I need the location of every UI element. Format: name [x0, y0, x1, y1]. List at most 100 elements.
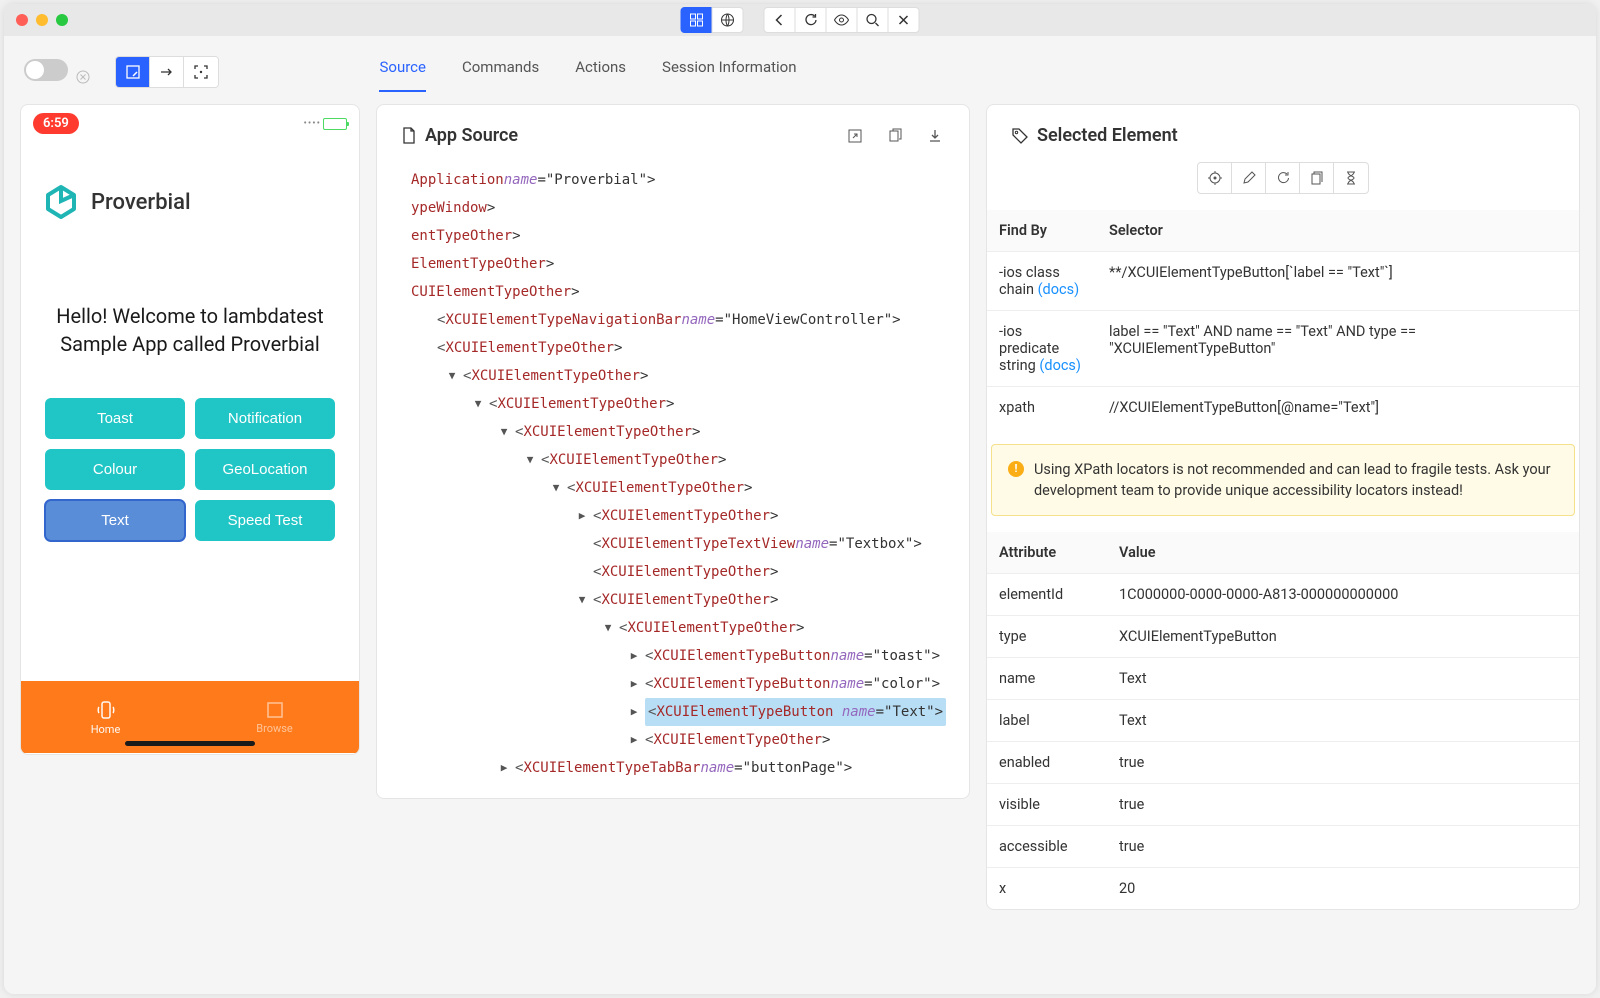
web-mode-button[interactable] — [712, 7, 744, 33]
locator-selector[interactable]: label == "Text" AND name == "Text" AND t… — [1097, 311, 1579, 387]
tab-source[interactable]: Source — [379, 52, 425, 92]
search-button[interactable] — [857, 7, 889, 33]
source-tree[interactable]: Application name="Proverbial">ypeWindow>… — [377, 162, 969, 798]
element-action-group — [1197, 162, 1369, 194]
tree-node[interactable]: ▶<XCUIElementTypeTabBar name="buttonPage… — [393, 754, 953, 782]
tree-node[interactable]: ▼<XCUIElementTypeOther> — [393, 390, 953, 418]
target-icon — [1207, 170, 1223, 186]
warning-icon: ! — [1008, 461, 1024, 477]
caret-icon[interactable]: ▼ — [445, 365, 459, 387]
timing-button[interactable] — [1334, 163, 1368, 193]
caret-icon[interactable]: ▶ — [627, 673, 641, 695]
tree-node[interactable]: ▶<XCUIElementTypeButton name="color"> — [393, 670, 953, 698]
titlebar — [4, 4, 1596, 36]
caret-icon[interactable]: ▼ — [601, 617, 615, 639]
tab-commands[interactable]: Commands — [462, 52, 539, 92]
caret-icon[interactable]: ▼ — [575, 589, 589, 611]
locator-selector[interactable]: //XCUIElementTypeButton[@name="Text"] — [1097, 387, 1579, 429]
caret-icon[interactable]: ▶ — [627, 729, 641, 751]
device-screenshot[interactable]: 6:59 •••• Proverbial Hello! Welcome to l… — [20, 104, 360, 755]
home-indicator — [125, 741, 255, 746]
attribute-value[interactable]: true — [1107, 826, 1579, 868]
selected-element-panel: Selected Element Find By Selector -ios c… — [986, 104, 1580, 910]
caret-icon[interactable]: ▼ — [549, 477, 563, 499]
close-session-button[interactable] — [888, 7, 920, 33]
tap-element-button[interactable] — [1198, 163, 1232, 193]
maximize-window-button[interactable] — [56, 14, 68, 26]
close-window-button[interactable] — [16, 14, 28, 26]
tree-node[interactable]: <XCUIElementTypeOther> — [393, 334, 953, 362]
attribute-value[interactable]: true — [1107, 784, 1579, 826]
tree-node[interactable]: ▶<XCUIElementTypeButton name="toast"> — [393, 642, 953, 670]
tree-node[interactable]: ▼<XCUIElementTypeOther> — [393, 362, 953, 390]
select-mode-button[interactable] — [116, 57, 150, 87]
caret-icon[interactable]: ▼ — [471, 393, 485, 415]
attribute-name: visible — [987, 784, 1107, 826]
attribute-value[interactable]: Text — [1107, 700, 1579, 742]
tree-node[interactable]: <XCUIElementTypeTextView name="Textbox"> — [393, 530, 953, 558]
refresh-element-button[interactable] — [1266, 163, 1300, 193]
send-keys-button[interactable] — [1232, 163, 1266, 193]
eye-button[interactable] — [826, 7, 858, 33]
tree-node[interactable]: CUIElementTypeOther> — [393, 278, 953, 306]
refresh-button[interactable] — [795, 7, 827, 33]
eye-icon — [834, 14, 850, 26]
mjpeg-toggle[interactable] — [24, 59, 68, 81]
notification-button[interactable]: Notification — [195, 398, 335, 439]
tag-icon — [1011, 127, 1029, 145]
tree-node[interactable]: ypeWindow> — [393, 194, 953, 222]
welcome-text: Hello! Welcome to lambdatest Sample App … — [21, 242, 359, 398]
interaction-mode-group — [115, 56, 219, 88]
copy-source-button[interactable] — [885, 126, 905, 146]
attribute-value[interactable]: 1C000000-0000-0000-A813-000000000000 — [1107, 574, 1579, 616]
tree-node[interactable]: ▶<XCUIElementTypeOther> — [393, 726, 953, 754]
speedtest-button[interactable]: Speed Test — [195, 500, 335, 541]
tree-node[interactable]: entTypeOther> — [393, 222, 953, 250]
caret-icon[interactable]: ▶ — [575, 505, 589, 527]
tap-coords-mode-button[interactable] — [184, 57, 218, 87]
tree-node[interactable]: ▼<XCUIElementTypeOther> — [393, 418, 953, 446]
attribute-value[interactable]: Text — [1107, 658, 1579, 700]
swipe-mode-button[interactable] — [150, 57, 184, 87]
tree-node[interactable]: ▼<XCUIElementTypeOther> — [393, 474, 953, 502]
native-mode-button[interactable] — [681, 7, 713, 33]
findby-header: Find By — [987, 210, 1097, 252]
back-button[interactable] — [764, 7, 796, 33]
tree-node[interactable]: ▼<XCUIElementTypeOther> — [393, 586, 953, 614]
tree-node[interactable]: Application name="Proverbial"> — [393, 166, 953, 194]
text-button[interactable]: Text — [45, 500, 185, 541]
download-icon — [927, 128, 943, 144]
caret-icon[interactable]: ▼ — [497, 421, 511, 443]
tree-node[interactable]: ▼<XCUIElementTypeOther> — [393, 614, 953, 642]
caret-icon[interactable]: ▶ — [627, 701, 641, 723]
tree-node[interactable]: <XCUIElementTypeOther> — [393, 558, 953, 586]
toast-button[interactable]: Toast — [45, 398, 185, 439]
tree-node[interactable]: ▶<XCUIElementTypeButton name="Text"> — [393, 698, 953, 726]
copy-element-button[interactable] — [1300, 163, 1334, 193]
tree-node[interactable]: ▶<XCUIElementTypeOther> — [393, 502, 953, 530]
minimize-window-button[interactable] — [36, 14, 48, 26]
expand-source-button[interactable] — [845, 126, 865, 146]
caret-icon[interactable]: ▶ — [627, 645, 641, 667]
geolocation-button[interactable]: GeoLocation — [195, 449, 335, 490]
attribute-value[interactable]: 20 — [1107, 868, 1579, 910]
caret-icon[interactable]: ▶ — [497, 757, 511, 779]
docs-link[interactable]: (docs) — [1038, 281, 1080, 298]
colour-button[interactable]: Colour — [45, 449, 185, 490]
main-tabs: Source Commands Actions Session Informat… — [379, 52, 796, 92]
tree-node[interactable]: ElementTypeOther> — [393, 250, 953, 278]
docs-link[interactable]: (docs) — [1039, 357, 1081, 374]
tab-actions[interactable]: Actions — [575, 52, 626, 92]
tab-session-info[interactable]: Session Information — [662, 52, 796, 92]
attribute-value[interactable]: true — [1107, 742, 1579, 784]
tree-node[interactable]: ▼<XCUIElementTypeOther> — [393, 446, 953, 474]
locator-selector[interactable]: **/XCUIElementTypeButton[`label == "Text… — [1097, 252, 1579, 311]
attribute-value[interactable]: XCUIElementTypeButton — [1107, 616, 1579, 658]
attribute-name: type — [987, 616, 1107, 658]
attribute-row: name Text — [987, 658, 1579, 700]
selector-header: Selector — [1097, 210, 1579, 252]
caret-icon[interactable]: ▼ — [523, 449, 537, 471]
download-source-button[interactable] — [925, 126, 945, 146]
tree-node[interactable]: <XCUIElementTypeNavigationBar name="Home… — [393, 306, 953, 334]
source-panel-title: App Source — [401, 125, 518, 146]
